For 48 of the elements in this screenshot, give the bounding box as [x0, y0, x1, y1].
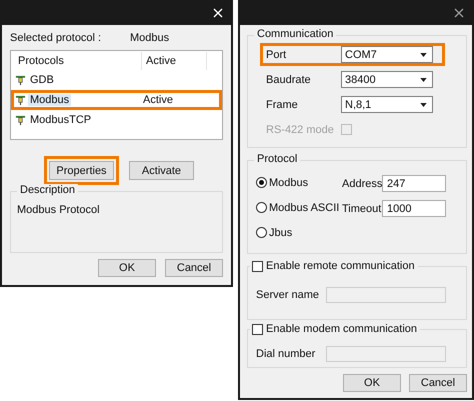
protocol-name: Modbus: [28, 94, 72, 106]
highlight-frame[interactable]: Modbus Active: [11, 90, 222, 110]
connector-icon: [15, 94, 26, 106]
dialog-button[interactable]: Cancel: [165, 259, 223, 277]
connector-icon: [15, 74, 26, 86]
column-header[interactable]: Active: [142, 52, 207, 70]
caret-icon: [420, 78, 427, 82]
caret-icon: [420, 102, 427, 106]
dialog-button[interactable]: OK: [343, 374, 401, 392]
dialog-button[interactable]: Activate: [129, 161, 194, 180]
protocol-list[interactable]: Protocols Active GDB Modbus Active ModbusTCP: [10, 50, 223, 140]
input-field[interactable]: 1000: [382, 200, 446, 217]
field-label: Port: [266, 48, 288, 60]
group-title: Description: [17, 184, 78, 196]
protocol-name: GDB: [29, 74, 55, 86]
dialog-button[interactable]: Cancel: [409, 374, 467, 392]
selected-protocol-label: Selected protocol :: [10, 32, 102, 44]
radio-label[interactable]: Jbus: [269, 226, 292, 238]
field-label: Dial number: [256, 348, 316, 360]
dropdown[interactable]: COM7: [341, 46, 433, 63]
radio-label[interactable]: Modbus ASCII: [269, 202, 340, 214]
close-icon[interactable]: [454, 8, 464, 18]
radio-button[interactable]: [256, 227, 267, 238]
dropdown[interactable]: N,8,1: [341, 96, 433, 113]
active-status: Active: [143, 94, 174, 106]
field-label: Frame: [266, 98, 299, 110]
selected-protocol-value: Modbus: [130, 32, 170, 44]
dialog-button[interactable]: OK: [98, 259, 156, 277]
dialog-button[interactable]: Properties: [49, 161, 114, 180]
field-label: Baudrate: [266, 74, 312, 86]
radio-label[interactable]: Modbus: [269, 176, 308, 188]
description-text: Modbus Protocol: [17, 204, 101, 216]
dropdown[interactable]: 38400: [341, 71, 433, 88]
field-label: Address: [342, 178, 382, 190]
field-label: Server name: [256, 289, 320, 301]
field-label: RS-422 mode: [266, 124, 335, 136]
group-title: Protocol: [254, 153, 300, 165]
input-field[interactable]: 247: [382, 175, 446, 192]
radio-button[interactable]: [256, 202, 267, 213]
field-label: Timeout: [342, 202, 382, 214]
column-header[interactable]: Protocols: [14, 52, 142, 70]
list-row[interactable]: ModbusTCP: [11, 110, 222, 130]
protocol-name: ModbusTCP: [29, 114, 92, 126]
radio-button[interactable]: [256, 177, 267, 188]
group-title: Communication: [254, 28, 336, 40]
list-row[interactable]: GDB: [11, 70, 222, 90]
caret-icon: [420, 52, 427, 56]
connector-icon: [15, 114, 26, 126]
